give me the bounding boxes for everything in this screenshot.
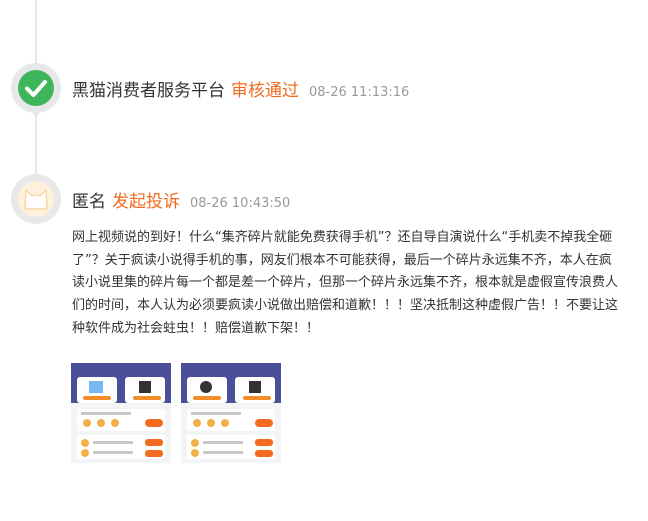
- entry-approved-header: 黑猫消费者服务平台 审核通过 08-26 11:13:16: [72, 76, 409, 101]
- entry-author: 黑猫消费者服务平台: [72, 81, 225, 101]
- entry-status: 审核通过: [231, 81, 299, 101]
- entry-time: 08-26 11:13:16: [309, 85, 410, 100]
- attachment-thumbnail[interactable]: [71, 363, 171, 463]
- cat-avatar-icon: [18, 181, 54, 217]
- timeline-node-complaint: [11, 174, 61, 224]
- entry-time: 08-26 10:43:50: [190, 196, 291, 211]
- entry-author: 匿名: [72, 192, 106, 212]
- attachment-list: [71, 363, 281, 463]
- check-icon: [18, 70, 54, 106]
- attachment-thumbnail[interactable]: [181, 363, 281, 463]
- timeline-node-approved: [11, 63, 61, 119]
- entry-status: 发起投诉: [112, 192, 180, 212]
- entry-complaint-header: 匿名 发起投诉 08-26 10:43:50: [72, 187, 290, 212]
- complaint-body: 网上视频说的到好！什么“集齐碎片就能免费获得手机”？还自导自演说什么“手机卖不掉…: [72, 230, 619, 336]
